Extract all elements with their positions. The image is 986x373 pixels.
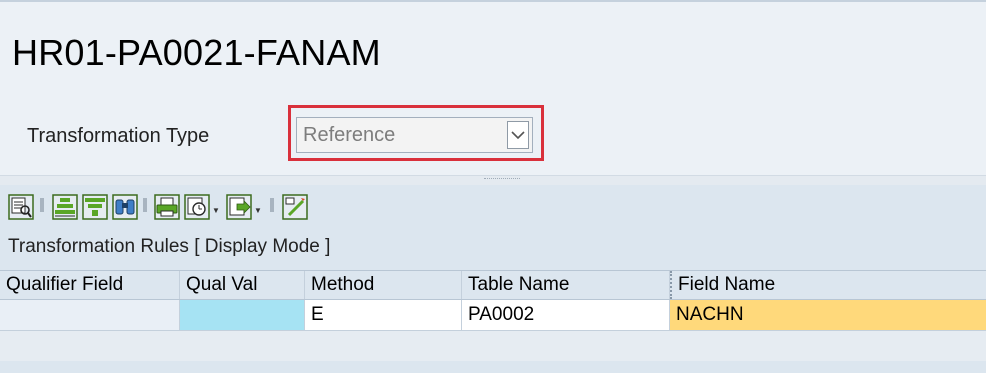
column-header-table-name[interactable]: Table Name [462, 271, 670, 299]
rules-panel: ▼ ▼ Transformation Rules [ Display Mode … [0, 185, 986, 373]
splitter-grip[interactable] [484, 178, 520, 181]
export-dropdown-arrow[interactable]: ▼ [252, 192, 264, 220]
page-title: HR01-PA0021-FANAM [12, 32, 381, 73]
toolbar-separator [40, 198, 44, 212]
edit-icon[interactable] [280, 192, 308, 220]
sort-ascending-icon[interactable] [50, 192, 78, 220]
transformation-type-dropdown[interactable]: Reference [296, 117, 533, 153]
toolbar-separator [143, 198, 147, 212]
transformation-type-label: Transformation Type [27, 125, 210, 147]
rules-panel-title: Transformation Rules [ Display Mode ] [8, 236, 331, 257]
cell-qualifier-field[interactable] [0, 300, 180, 330]
column-header-method[interactable]: Method [305, 271, 462, 299]
header-area: HR01-PA0021-FANAM Transformation Type Re… [0, 0, 986, 176]
layout-dropdown-arrow[interactable]: ▼ [210, 192, 222, 220]
chevron-down-icon[interactable] [507, 121, 529, 149]
print-icon[interactable] [152, 192, 180, 220]
filter-icon[interactable] [80, 192, 108, 220]
export-icon[interactable] [224, 192, 252, 220]
rules-table: Qualifier Field Qual Val Method Table Na… [0, 270, 986, 361]
cell-field-name[interactable]: NACHN [670, 300, 986, 330]
cell-qual-val[interactable] [180, 300, 305, 330]
table-row[interactable]: E PA0002 NACHN [0, 300, 986, 331]
details-icon[interactable] [6, 192, 34, 220]
empty-table-area [0, 331, 986, 361]
grid-toolbar: ▼ ▼ [0, 185, 986, 231]
column-header-qual-val[interactable]: Qual Val [180, 271, 305, 299]
cell-table-name[interactable]: PA0002 [462, 300, 670, 330]
table-header: Qualifier Field Qual Val Method Table Na… [0, 270, 986, 300]
toolbar-separator [270, 198, 274, 212]
layout-icon[interactable] [182, 192, 210, 220]
cell-method[interactable]: E [305, 300, 462, 330]
find-icon[interactable] [110, 192, 138, 220]
transformation-type-value: Reference [303, 124, 396, 146]
column-header-field-name[interactable]: Field Name [670, 271, 986, 299]
splitter-bar[interactable] [0, 176, 986, 185]
column-header-qualifier-field[interactable]: Qualifier Field [0, 271, 180, 299]
